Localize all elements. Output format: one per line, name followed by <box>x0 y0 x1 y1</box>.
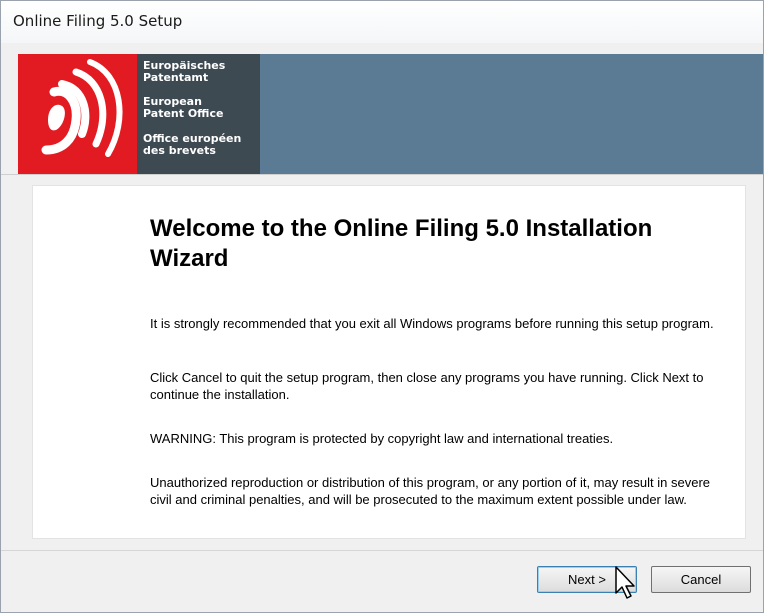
epo-logo-text: Europäisches Patentamt European Patent O… <box>137 54 260 174</box>
logo-text-fr: Office européen des brevets <box>143 132 242 157</box>
epo-logo-icon <box>41 59 123 157</box>
setup-window: Online Filing 5.0 Setup Europäisches Pat… <box>0 0 764 613</box>
epo-logo-mark <box>18 54 137 174</box>
warning-text: WARNING: This program is protected by co… <box>150 431 614 446</box>
title-bar[interactable]: Online Filing 5.0 Setup <box>1 1 763 43</box>
mouse-cursor-icon <box>615 566 635 599</box>
recommendation-text: It is strongly recommended that you exit… <box>150 316 714 331</box>
header-banner: Europäisches Patentamt European Patent O… <box>18 54 763 174</box>
logo-text-de: Europäisches Patentamt <box>143 59 226 84</box>
footer-separator <box>1 550 763 551</box>
welcome-heading: Welcome to the Online Filing 5.0 Install… <box>150 215 653 272</box>
cancel-button[interactable]: Cancel <box>651 566 751 593</box>
header-separator <box>1 174 763 175</box>
window-title: Online Filing 5.0 Setup <box>13 12 183 30</box>
legal-text: Unauthorized reproduction or distributio… <box>150 475 710 507</box>
content-panel: Welcome to the Online Filing 5.0 Install… <box>32 185 746 539</box>
logo-text-en: European Patent Office <box>143 95 224 120</box>
instruction-text: Click Cancel to quit the setup program, … <box>150 370 704 402</box>
